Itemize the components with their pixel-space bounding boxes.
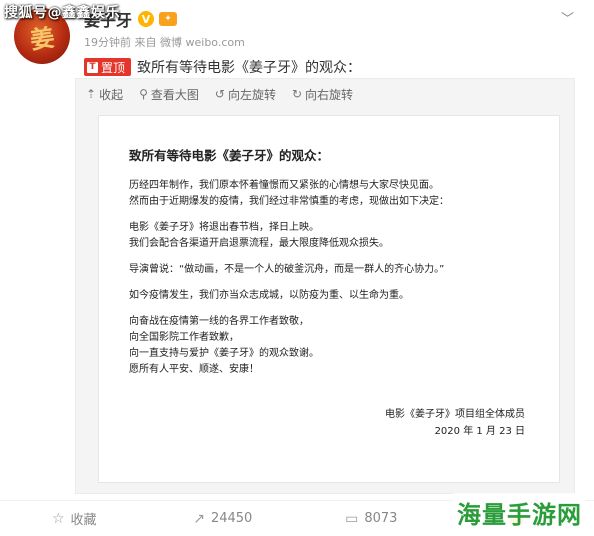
post-header: 姜子牙 V ✦ ﹀ 19分钟前 来自 微博 weibo.com T 置顶 致所有… <box>84 8 574 76</box>
magnifier-icon: ⚲ <box>139 87 148 101</box>
comment-icon: ▭ <box>345 510 359 527</box>
favorite-button[interactable]: ☆ 收藏 <box>0 501 149 536</box>
repost-count: 24450 <box>210 511 253 526</box>
notice-line: 我们会配合各渠道开启退票流程，最大限度降低观众损失。 <box>129 238 389 249</box>
image-toolbar: ⇡ 收起 ⚲ 查看大图 ↺ 向左旋转 ↻ 向右旋转 <box>76 79 574 109</box>
collapse-button[interactable]: ⇡ 收起 <box>86 86 123 103</box>
notice-line: 然而由于近期爆发的疫情，我们经过非常慎重的考虑，现做出如下决定： <box>129 196 449 207</box>
rotate-right-icon: ↻ <box>291 87 303 101</box>
notice-line: 向全国影院工作者致歉， <box>129 332 239 343</box>
notice-signature-block: 电影《姜子牙》项目组全体成员 2020 年 1 月 23 日 <box>385 406 525 440</box>
notice-line: 历经四年制作，我们原本怀着憧憬而又紧张的心情想与大家尽快见面。 <box>129 180 439 191</box>
more-options-chevron-icon[interactable]: ﹀ <box>561 8 574 27</box>
notice-line: 导演曾说：“做动画，不是一个人的破釜沉舟，而是一群人的齐心协力。” <box>129 264 445 275</box>
media-viewer: ⇡ 收起 ⚲ 查看大图 ↺ 向左旋转 ↻ 向右旋转 致所有等待电影《姜子牙》的观… <box>75 78 575 494</box>
notice-date: 2020 年 1 月 23 日 <box>434 426 525 437</box>
notice-image[interactable]: 致所有等待电影《姜子牙》的观众： 历经四年制作，我们原本怀着憧憬而又紧张的心情想… <box>98 115 560 483</box>
site-watermark: 海量手游网 <box>453 493 586 532</box>
collapse-label: 收起 <box>99 87 124 102</box>
notice-title: 致所有等待电影《姜子牙》的观众： <box>129 148 330 163</box>
view-large-label: 查看大图 <box>150 87 199 102</box>
rotate-left-button[interactable]: ↺ 向左旋转 <box>215 86 276 103</box>
pinned-label: 置顶 <box>101 60 126 75</box>
comment-button[interactable]: ▭ 8073 <box>297 501 446 536</box>
rotate-right-label: 向右旋转 <box>305 87 354 102</box>
post-text-row: T 置顶 致所有等待电影《姜子牙》的观众： <box>84 57 574 77</box>
post-text: 致所有等待电影《姜子牙》的观众： <box>137 60 362 76</box>
favorite-label: 收藏 <box>70 513 97 528</box>
avatar-logo: 姜 <box>28 21 57 55</box>
rotate-left-icon: ↺ <box>214 87 225 101</box>
name-row: 姜子牙 V ✦ <box>84 8 574 30</box>
view-large-button[interactable]: ⚲ 查看大图 <box>139 86 199 103</box>
notice-line: 向一直支持与爱护《姜子牙》的观众致谢。 <box>129 348 319 359</box>
source-prefix: 来自 <box>134 36 157 49</box>
notice-line: 电影《姜子牙》将退出春节档，择日上映。 <box>129 222 319 233</box>
notice-paragraph: 电影《姜子牙》将退出春节档，择日上映。 我们会配合各渠道开启退票流程，最大限度降… <box>129 220 529 252</box>
rotate-right-button[interactable]: ↻ 向右旋转 <box>292 86 353 103</box>
notice-line: 向奋战在疫情第一线的各界工作者致敬， <box>129 316 309 327</box>
repost-icon: ↗ <box>193 510 205 527</box>
member-level-icon: ✦ <box>159 12 178 26</box>
notice-line: 愿所有人平安、顺遂、安康！ <box>129 364 259 375</box>
pinned-badge: T 置顶 <box>84 58 132 76</box>
notice-line: 如今疫情发生，我们亦当众志成城，以防疫为重、以生命为重。 <box>129 290 409 301</box>
collapse-icon: ⇡ <box>86 87 97 101</box>
notice-paragraph: 如今疫情发生，我们亦当众志成城，以防疫为重、以生命为重。 <box>129 288 529 304</box>
rotate-left-label: 向左旋转 <box>227 87 276 102</box>
post-time[interactable]: 19分钟前 <box>84 36 131 49</box>
notice-paragraph: 导演曾说：“做动画，不是一个人的破釜沉舟，而是一群人的齐心协力。” <box>129 262 529 278</box>
star-icon: ☆ <box>51 510 65 527</box>
post-source[interactable]: 微博 weibo.com <box>160 36 245 49</box>
notice-paragraph: 向奋战在疫情第一线的各界工作者致敬， 向全国影院工作者致歉， 向一直支持与爱护《… <box>129 314 529 378</box>
pin-icon: T <box>87 61 98 73</box>
source-watermark: 搜狐号@鑫鑫娱乐 <box>4 5 120 21</box>
comment-count: 8073 <box>364 511 398 526</box>
notice-paragraph: 历经四年制作，我们原本怀着憧憬而又紧张的心情想与大家尽快见面。 然而由于近期爆发… <box>129 178 529 210</box>
verified-badge-icon: V <box>138 11 155 27</box>
post-meta: 19分钟前 来自 微博 weibo.com <box>84 34 574 50</box>
repost-button[interactable]: ↗ 24450 <box>149 501 298 536</box>
notice-signature: 电影《姜子牙》项目组全体成员 <box>385 409 525 420</box>
